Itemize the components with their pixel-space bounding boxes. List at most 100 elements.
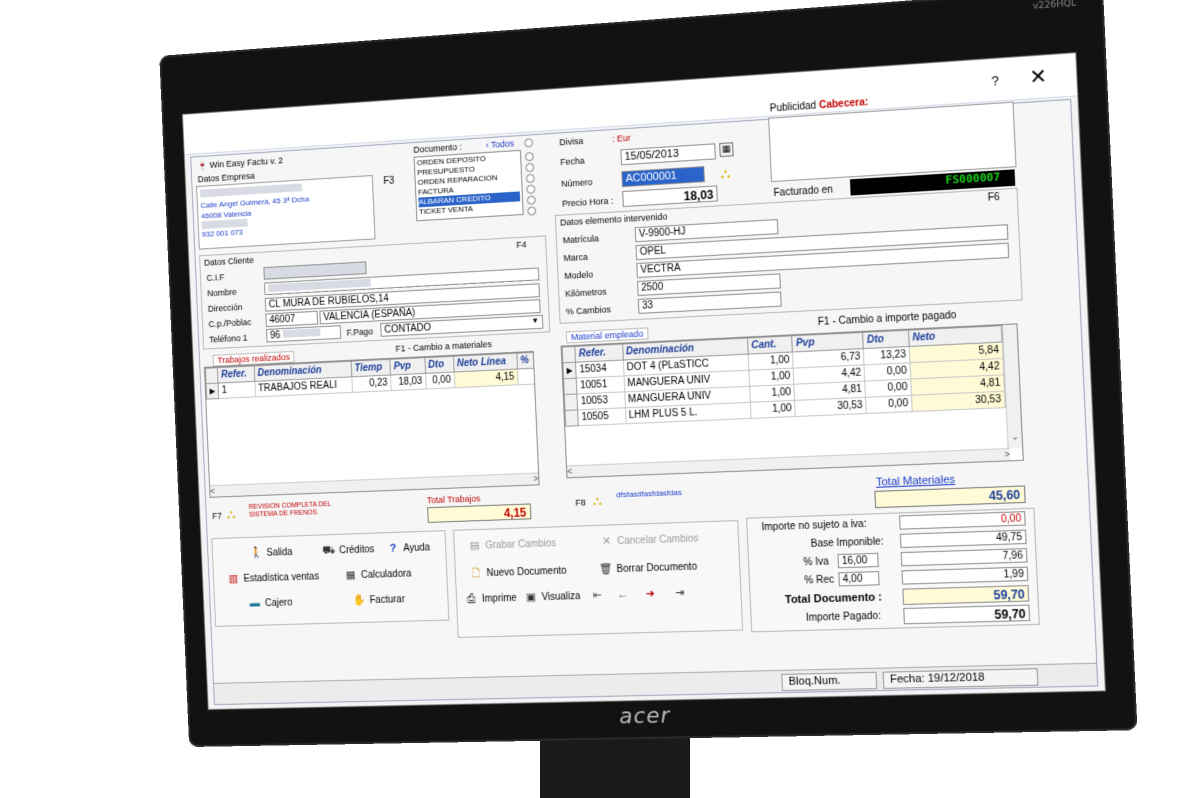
menu-panel: 🚶 Salida ⛟ Créditos ? Ayuda ▥ Estadística ve… bbox=[211, 530, 450, 627]
iva-label: % Iva bbox=[803, 556, 829, 569]
km-label: Kilómetros bbox=[564, 286, 607, 299]
importe-pagado-label: Importe Pagado: bbox=[805, 610, 882, 624]
prev-record-button[interactable]: ← bbox=[615, 589, 629, 601]
cliente-label: Datos Cliente bbox=[203, 255, 255, 268]
total-documento-label: Total Documento : bbox=[784, 591, 883, 607]
grabar-button[interactable]: ▤ Grabar Cambios bbox=[468, 537, 557, 552]
divisa-value: : Eur bbox=[611, 132, 631, 144]
total-materiales-value: 45,60 bbox=[874, 485, 1026, 509]
materiales-grid[interactable]: Refer. Denominación Cant. Pvp Dto Neto ▶… bbox=[560, 323, 1024, 479]
todos-label: ‹ Todos bbox=[485, 138, 515, 151]
empresa-hotkey: F3 bbox=[383, 175, 395, 188]
calendar-icon[interactable]: ▦ bbox=[719, 142, 734, 158]
matricula-label: Matrícula bbox=[562, 233, 600, 246]
trabajos-grid[interactable]: Refer. Denominación Tiemp Pvp Dto Neto L… bbox=[203, 350, 540, 498]
col-pvp[interactable]: Pvp bbox=[389, 357, 426, 375]
iva-value: 7,96 bbox=[900, 548, 1028, 567]
radio-option[interactable] bbox=[525, 162, 535, 173]
col-dto[interactable]: Dto bbox=[424, 356, 454, 374]
documento-list[interactable]: ORDEN DEPOSITO PRESUPUESTO ORDEN REPARAC… bbox=[413, 149, 524, 222]
rec-label: % Rec bbox=[804, 574, 835, 587]
salida-button[interactable]: 🚶 Salida bbox=[250, 546, 293, 560]
visualiza-button[interactable]: ▣ Visualiza bbox=[524, 590, 581, 604]
numero-label: Número bbox=[560, 177, 593, 189]
facturar-button[interactable]: ✋ Facturar bbox=[352, 593, 405, 607]
ayuda-button[interactable]: ? Ayuda bbox=[386, 542, 430, 555]
last-record-button[interactable]: ⇥ bbox=[673, 587, 687, 599]
radio-option[interactable] bbox=[526, 184, 536, 194]
creditos-button[interactable]: ⛟ Créditos bbox=[322, 543, 374, 557]
row-indicator-header bbox=[562, 346, 576, 363]
estadistica-button[interactable]: ▥ Estadística ventas bbox=[227, 571, 320, 585]
row-pointer-icon: ▶ bbox=[562, 362, 577, 379]
col-refer[interactable]: Refer. bbox=[217, 365, 255, 384]
cajero-button[interactable]: ▬ Cajero bbox=[248, 597, 293, 610]
empresa-info: Calle Angel Guimerà, 45 3ª Dcha 46008 Va… bbox=[196, 175, 376, 250]
totals-panel: Importe no sujeto a iva: 0,00 Base Impon… bbox=[746, 507, 1040, 633]
cambios-input[interactable]: 33 bbox=[637, 291, 782, 314]
radio-option[interactable] bbox=[524, 151, 534, 162]
monitor-stand bbox=[540, 735, 690, 798]
first-arrow-icon: ⇤ bbox=[592, 589, 602, 602]
borrar-documento-button[interactable]: 🗑 Borrar Documento bbox=[599, 561, 698, 576]
importe-pagado-value[interactable]: 59,70 bbox=[903, 604, 1031, 625]
materiales-scrollbar-h[interactable]: < > bbox=[566, 447, 1011, 478]
f8-label: F8 bbox=[575, 497, 586, 508]
fecha-input[interactable]: 15/05/2013 bbox=[620, 143, 716, 166]
app-logo-icon: 🍷 bbox=[196, 160, 208, 171]
help-icon: ? bbox=[389, 542, 397, 555]
col-tiemp[interactable]: Tiemp bbox=[351, 359, 391, 377]
vehiculo-label: Datos elemento intervenido bbox=[559, 211, 668, 228]
rec-pct-input[interactable]: 4,00 bbox=[838, 571, 880, 587]
imprime-button[interactable]: ⎙ Imprime bbox=[464, 592, 517, 605]
lookup-icon[interactable]: ⛬ bbox=[720, 164, 731, 182]
telefono-input[interactable]: 96 bbox=[266, 325, 342, 343]
numero-input[interactable]: AC000001 bbox=[621, 166, 705, 188]
app-screen: ? ✕ 🍷 Win Easy Factu v. 2 Datos Empresa … bbox=[181, 52, 1107, 711]
trabajos-f1-label: F1 - Cambio a materiales bbox=[395, 339, 493, 354]
radio-option[interactable] bbox=[525, 173, 535, 184]
monitor-brand-logo: acer bbox=[618, 703, 672, 730]
materiales-f1-label: F1 - Cambio a importe pagado bbox=[817, 309, 957, 329]
chevron-down-icon[interactable]: ▼ bbox=[529, 316, 541, 328]
help-button[interactable]: ? bbox=[991, 73, 999, 89]
modelo-label: Modelo bbox=[564, 269, 594, 281]
nombre-label: Nombre bbox=[206, 287, 237, 299]
last-arrow-icon: ⇥ bbox=[674, 587, 685, 600]
cambios-label: % Cambios bbox=[565, 304, 612, 317]
iva-pct-input[interactable]: 16,00 bbox=[837, 552, 879, 569]
cliente-hotkey: F4 bbox=[516, 239, 527, 250]
close-button[interactable]: ✕ bbox=[1029, 63, 1048, 90]
radio-todos[interactable] bbox=[524, 138, 534, 148]
cp-label: C.p./Poblac bbox=[208, 317, 252, 330]
base-imponible-value: 49,75 bbox=[899, 529, 1027, 549]
cif-label: C.I.F bbox=[206, 272, 225, 283]
total-trabajos-label: Total Trabajos bbox=[426, 493, 481, 506]
calculadora-button[interactable]: ▦ Calculadora bbox=[344, 568, 412, 582]
f7-label: F7 bbox=[212, 510, 223, 521]
trabajos-scrollbar[interactable]: < > bbox=[209, 472, 539, 497]
edit-note-icon[interactable]: ⛬ bbox=[593, 493, 603, 509]
cp-input[interactable]: 46007 bbox=[265, 310, 319, 328]
nuevo-documento-button[interactable]: 🗋 Nuevo Documento bbox=[469, 565, 567, 580]
truck-icon: ⛟ bbox=[322, 544, 336, 557]
importe-no-sujeto-value[interactable]: 0,00 bbox=[898, 511, 1026, 530]
preview-icon: ▣ bbox=[525, 591, 537, 604]
cancelar-button[interactable]: ✕ Cancelar Cambios bbox=[599, 532, 699, 548]
calculator-icon: ▦ bbox=[345, 569, 356, 582]
status-date: Fecha: 19/12/2018 bbox=[882, 668, 1039, 689]
radio-option[interactable] bbox=[527, 206, 537, 216]
radio-option[interactable] bbox=[526, 195, 536, 205]
document-actions-panel: ▤ Grabar Cambios ✕ Cancelar Cambios 🗋 Nuevo… bbox=[453, 520, 744, 638]
divisa-label: Divisa bbox=[559, 135, 584, 148]
materiales-scrollbar-v[interactable]: ⌄ bbox=[1001, 324, 1023, 449]
edit-note-icon[interactable]: ⛬ bbox=[227, 507, 236, 523]
precio-hora-input[interactable]: 18,03 bbox=[622, 185, 718, 208]
col-pct[interactable]: % bbox=[516, 352, 535, 370]
app-title: 🍷 Win Easy Factu v. 2 bbox=[196, 155, 284, 171]
row-pointer-icon: ▶ bbox=[206, 383, 219, 400]
next-record-button[interactable]: ➜ bbox=[643, 588, 657, 600]
first-record-button[interactable]: ⇤ bbox=[590, 589, 604, 601]
facturado-label: Facturado en bbox=[773, 184, 834, 200]
materiales-note: dfsfasdfasfdasfdas bbox=[615, 487, 683, 500]
